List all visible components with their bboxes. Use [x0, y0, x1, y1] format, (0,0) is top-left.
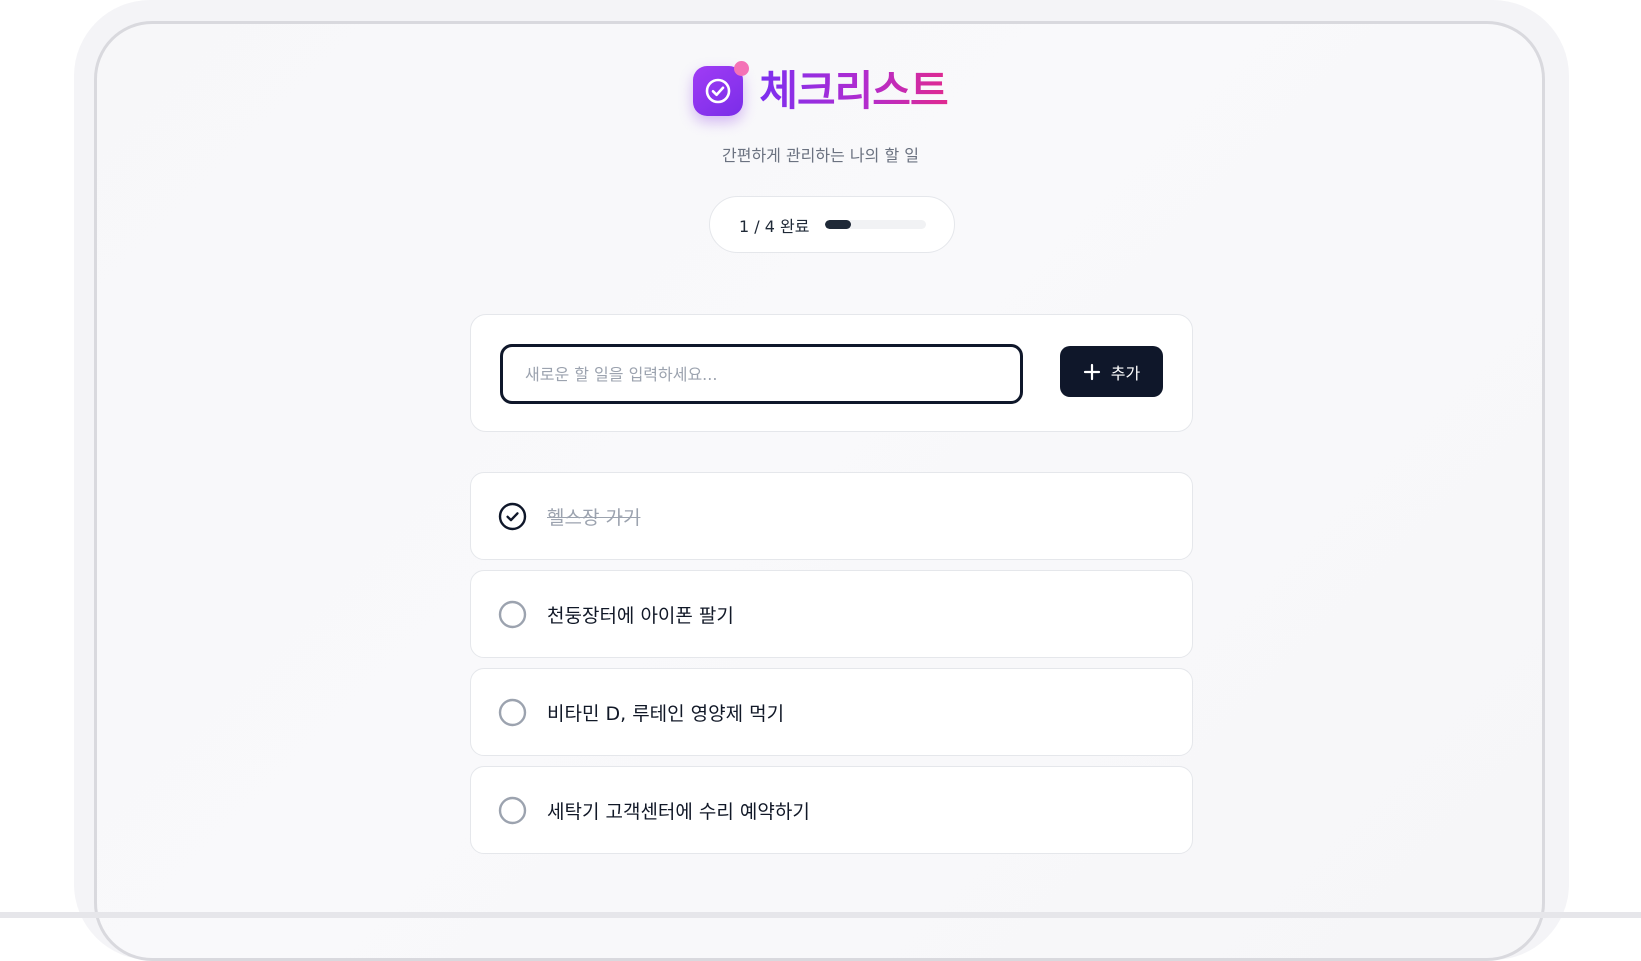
task-item: 천둥장터에 아이폰 팔기: [470, 570, 1193, 658]
progress-label: 1 / 4 완료: [739, 216, 810, 236]
unchecked-circle-icon[interactable]: [498, 600, 527, 629]
unchecked-circle-icon[interactable]: [498, 698, 527, 727]
task-text: 세탁기 고객센터에 수리 예약하기: [547, 800, 810, 823]
task-item: 비타민 D, 루테인 영양제 먹기: [470, 668, 1193, 756]
new-task-card: 추가: [470, 314, 1193, 432]
progress-indicator: 1 / 4 완료: [709, 196, 955, 253]
notification-dot: [734, 61, 750, 76]
bottom-edge: [0, 912, 1641, 918]
new-task-input[interactable]: [500, 344, 1023, 404]
add-task-button[interactable]: 추가: [1060, 346, 1163, 397]
app-logo: [693, 61, 750, 116]
app-title: 체크리스트: [759, 66, 948, 115]
progress-bar-fill: [825, 220, 851, 229]
app-header: 체크리스트: [0, 61, 1641, 116]
app-subtitle: 간편하게 관리하는 나의 할 일: [722, 146, 919, 165]
add-button-label: 추가: [1110, 363, 1141, 383]
task-text: 비타민 D, 루테인 영양제 먹기: [547, 702, 785, 725]
check-circle-icon: [704, 77, 732, 105]
unchecked-circle-icon[interactable]: [498, 796, 527, 825]
task-text: 헬스장 가기: [547, 506, 641, 529]
task-text: 천둥장터에 아이폰 팔기: [547, 604, 734, 627]
plus-icon: [1083, 363, 1101, 381]
task-item: 헬스장 가기: [470, 472, 1193, 560]
task-list: 헬스장 가기 천둥장터에 아이폰 팔기 비타민 D, 루테인 영양제 먹기 세탁…: [470, 472, 1193, 864]
checked-circle-icon[interactable]: [498, 502, 527, 531]
task-item: 세탁기 고객센터에 수리 예약하기: [470, 766, 1193, 854]
progress-bar: [825, 220, 927, 229]
